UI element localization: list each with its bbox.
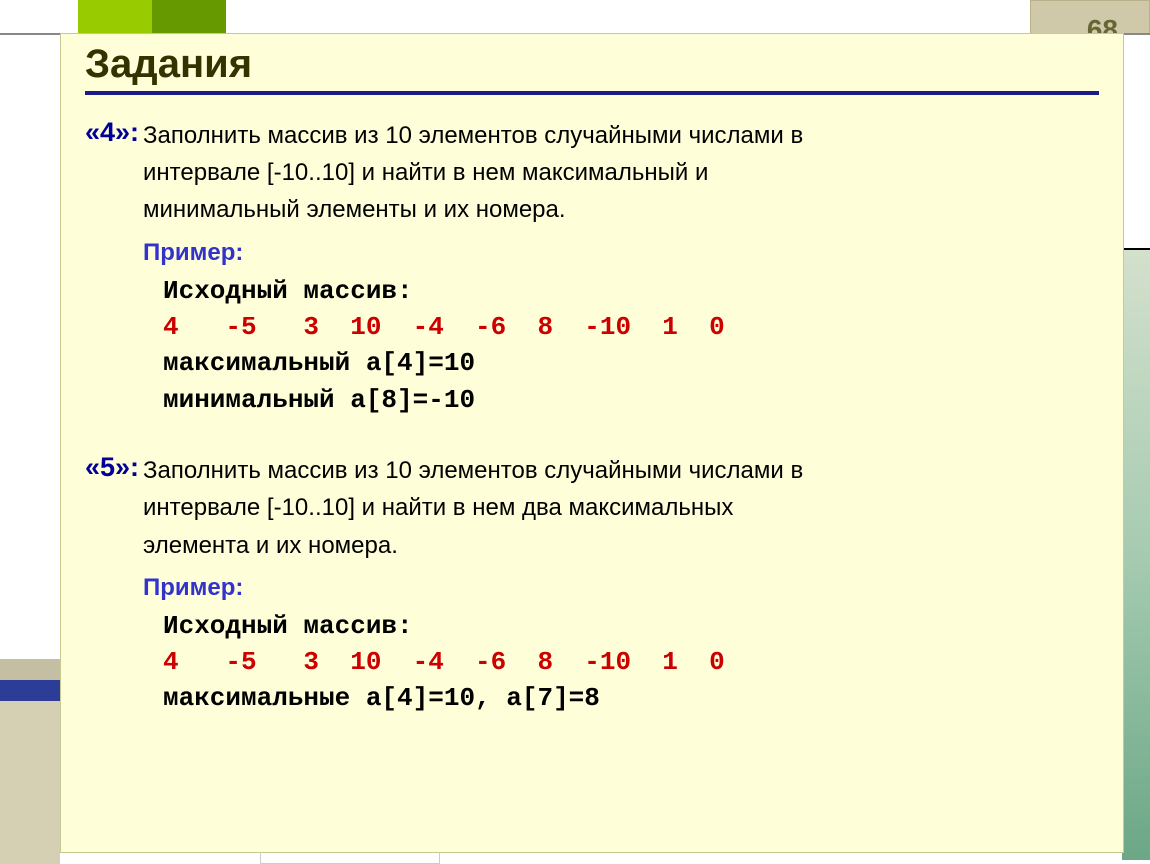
task4-line1: «4»: Заполнить массив из 10 элементов сл… xyxy=(85,117,1099,154)
task4-code-block: Исходный массив: 4 -5 3 10 -4 -6 8 -10 1… xyxy=(85,273,1099,419)
task4-source-label: Исходный массив: xyxy=(163,273,1099,309)
title-row: Задания xyxy=(85,42,1099,95)
deco-left-gray-2 xyxy=(0,701,60,864)
task4-text2: интервале [-10..10] и найти в нем максим… xyxy=(85,154,1099,191)
task5-line1: «5»: Заполнить массив из 10 элементов сл… xyxy=(85,452,1099,489)
task5-grade: «5»: xyxy=(85,452,143,489)
deco-green-box-2 xyxy=(152,0,226,33)
deco-left-gray xyxy=(0,659,60,680)
task5-text3: элемента и их номера. xyxy=(85,527,1099,564)
deco-green-box-1 xyxy=(78,0,152,33)
task5-example-label: Пример: xyxy=(85,574,1099,602)
slide-content: Задания «4»: Заполнить массив из 10 элем… xyxy=(60,33,1124,853)
task4-grade: «4»: xyxy=(85,117,143,154)
slide-title: Задания xyxy=(85,42,1099,87)
task4-example-label: Пример: xyxy=(85,239,1099,267)
deco-right-green-gradient xyxy=(1122,250,1150,860)
task4-min: минимальный a[8]=-10 xyxy=(163,382,1099,418)
task4-text1: Заполнить массив из 10 элементов случайн… xyxy=(143,117,803,154)
task5-text2: интервале [-10..10] и найти в нем два ма… xyxy=(85,489,1099,526)
task5-text1: Заполнить массив из 10 элементов случайн… xyxy=(143,452,803,489)
task5-code-block: Исходный массив: 4 -5 3 10 -4 -6 8 -10 1… xyxy=(85,608,1099,717)
deco-left-blue xyxy=(0,680,60,701)
task5-max: максимальные a[4]=10, a[7]=8 xyxy=(163,680,1099,716)
task4-text3: минимальный элементы и их номера. xyxy=(85,191,1099,228)
task5-array: 4 -5 3 10 -4 -6 8 -10 1 0 xyxy=(163,644,1099,680)
task5-source-label: Исходный массив: xyxy=(163,608,1099,644)
task4-array: 4 -5 3 10 -4 -6 8 -10 1 0 xyxy=(163,309,1099,345)
task4-max: максимальный a[4]=10 xyxy=(163,345,1099,381)
